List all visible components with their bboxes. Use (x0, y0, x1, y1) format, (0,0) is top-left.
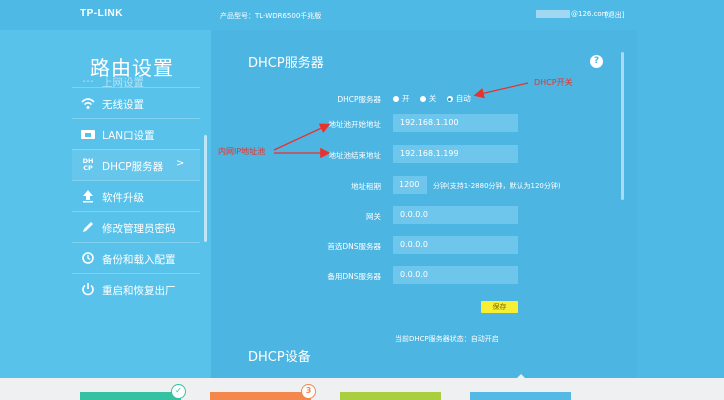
check-icon: ✓ (171, 384, 186, 399)
lan-port-icon (80, 127, 96, 141)
sidebar-item-label: LAN口设置 (102, 130, 155, 142)
section-title-dhcp-devices: DHCP设备 (248, 350, 311, 365)
sidebar-item-label: 软件升级 (102, 192, 144, 204)
sidebar-item-label: 重启和恢复出厂 (102, 285, 176, 297)
count-badge: 3 (301, 384, 316, 399)
status-card-4[interactable] (470, 392, 571, 400)
primary-dns-label: 首选DNS服务器 (327, 242, 381, 251)
backup-icon (80, 251, 96, 265)
lease-time-input[interactable]: 1200 (393, 176, 427, 194)
section-title-dhcp-server: DHCP服务器 (248, 56, 324, 71)
email-suffix: @126.com (571, 10, 609, 18)
sidebar-menu: ⋯ 上网设置 无线设置 LAN口设置 DH CP DHCP服务器 > 软件升级 (72, 73, 200, 304)
sidebar-item-reboot[interactable]: 重启和恢复出厂 (72, 273, 200, 304)
gateway-input[interactable]: 0.0.0.0 (393, 206, 518, 224)
save-button[interactable]: 保存 (481, 301, 518, 313)
logout-link[interactable]: [退出] (605, 10, 624, 20)
sidebar-item-internet[interactable]: ⋯ 上网设置 (72, 73, 200, 89)
annotation-ip-pool: 内网IP地址池 (218, 147, 266, 156)
email-mask (536, 10, 570, 18)
sidebar-item-upgrade[interactable]: 软件升级 (72, 180, 200, 211)
radio-on[interactable]: 开 (393, 93, 410, 104)
upload-icon (80, 189, 96, 203)
sidebar-item-dhcp[interactable]: DH CP DHCP服务器 > (72, 149, 200, 180)
top-bar: TP-LINK 产品型号：TL-WDR6500千兆版 @126.com [退出] (0, 0, 724, 30)
sidebar-item-backup[interactable]: 备份和载入配置 (72, 242, 200, 273)
radio-dot (393, 96, 399, 102)
secondary-dns-input[interactable]: 0.0.0.0 (393, 266, 518, 284)
bottom-panel (0, 378, 724, 400)
sidebar: 路由设置 ⋯ 上网设置 无线设置 LAN口设置 DH CP DHCP服务器 > (0, 30, 211, 378)
annotation-dhcp-switch: DHCP开关 (534, 78, 573, 87)
lease-time-label: 地址租期 (351, 182, 381, 191)
primary-dns-input[interactable]: 0.0.0.0 (393, 236, 518, 254)
dhcp-server-label: DHCP服务器 (337, 95, 381, 104)
gateway-label: 网关 (366, 212, 381, 221)
radio-label: 关 (428, 94, 437, 103)
radio-off[interactable]: 关 (419, 93, 437, 104)
dhcp-status-text: 当前DHCP服务器状态：自动开启 (395, 335, 499, 343)
main-scrollbar[interactable] (621, 52, 624, 200)
product-model: 产品型号：TL-WDR6500千兆版 (220, 12, 322, 20)
status-card-3[interactable] (340, 392, 441, 400)
lease-time-hint: 分钟(支持1-2880分钟，默认为120分钟) (433, 182, 561, 190)
chevron-right-icon: > (176, 158, 185, 169)
sidebar-item-wireless[interactable]: 无线设置 (72, 87, 200, 118)
help-icon[interactable]: ? (590, 55, 603, 68)
pool-end-input[interactable]: 192.168.1.199 (393, 145, 518, 163)
main-panel: DHCP服务器 ? DHCP服务器 开 关 自动 地址池开始地址 192.168… (211, 30, 637, 378)
sidebar-item-label: 备份和载入配置 (102, 254, 176, 266)
sidebar-item-password[interactable]: 修改管理员密码 (72, 211, 200, 242)
pencil-icon (80, 220, 96, 234)
dhcp-server-radio-group: 开 关 自动 (393, 93, 479, 104)
sidebar-item-lan[interactable]: LAN口设置 (72, 118, 200, 149)
right-background (637, 30, 724, 378)
globe-icon: ⋯ (82, 74, 94, 88)
radio-auto[interactable]: 自动 (446, 93, 471, 104)
radio-label: 自动 (455, 94, 471, 103)
radio-dot (419, 96, 426, 102)
dhcp-icon: DH CP (82, 157, 94, 172)
sidebar-item-label: 无线设置 (102, 99, 144, 111)
tp-link-logo: TP-LINK (80, 8, 123, 19)
wifi-icon (80, 96, 96, 110)
card-pointer (516, 374, 526, 379)
status-card-1[interactable] (80, 392, 181, 400)
radio-label: 开 (402, 94, 410, 103)
sidebar-scrollbar[interactable] (204, 135, 207, 242)
status-card-2[interactable] (210, 392, 311, 400)
power-icon (80, 282, 96, 296)
pool-start-label: 地址池开始地址 (328, 120, 382, 129)
secondary-dns-label: 备用DNS服务器 (327, 272, 381, 281)
sidebar-item-label: 修改管理员密码 (102, 223, 176, 235)
pool-start-input[interactable]: 192.168.1.100 (393, 114, 518, 132)
radio-dot-selected (446, 96, 453, 102)
sidebar-item-label: DHCP服务器 (102, 161, 164, 173)
account-email: @126.com (536, 10, 609, 18)
